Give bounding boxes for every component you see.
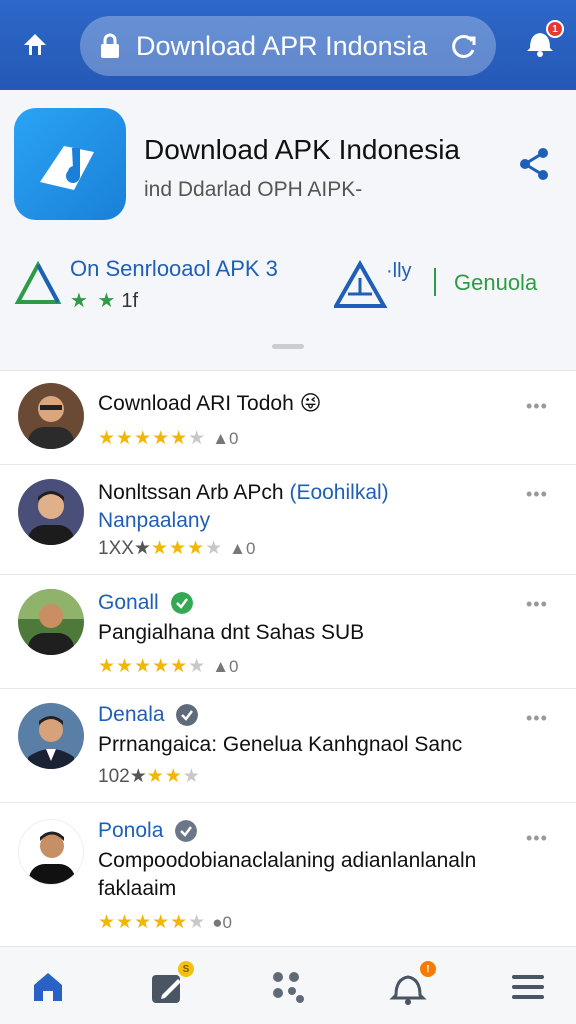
verified-check-icon [176,704,199,727]
address-bar[interactable]: Download APR Indonsia [80,16,496,76]
empty-star: ★ [182,766,201,787]
review-rating: ★★★★★★ ▲0 [98,427,239,450]
lock-icon [101,33,119,58]
app-title: Download APK Indonesia [144,134,460,165]
like-count-value: 0 [245,539,256,558]
review-text: Pangialhana dnt Sahas SUB [98,621,365,644]
more-options-icon[interactable]: ••• [526,397,560,415]
review-list: Cownload ARI Todoh 😜 ★★★★★★ ▲0 ••• Nonlts… [0,370,576,946]
reviewer-name: Denala [98,703,199,727]
rating-prefix: 102★ [98,766,147,787]
alerts-badge: ! [420,961,436,977]
verified-check-icon [170,592,193,615]
back-arrow-icon [24,34,46,55]
app-rating-stars: ★ ★ [70,290,118,312]
verified-check-icon [175,820,198,843]
review-rating: 102★★★★ [98,765,201,788]
avatar [18,383,84,449]
review-subtitle: Nanpaalany [98,509,211,532]
app-rating-count: 1f [121,290,139,312]
avatar [18,479,84,545]
wink-emoji-icon: 😜 [299,392,322,415]
app-rating: ★ ★ 1f [70,288,138,313]
more-options-icon[interactable]: ••• [526,829,560,847]
more-options-icon[interactable]: ••• [526,595,560,613]
nav-alerts[interactable]: ! [388,961,436,1007]
app-header: Download APK Indonesia ind Ddarlad OPH A… [0,90,576,370]
like-count: ▲0 [212,657,239,676]
more-options-icon[interactable]: ••• [526,709,560,727]
notification-button[interactable]: 1 [522,20,564,64]
warning-label: ·lly [386,260,412,282]
edit-badge: S [178,961,194,977]
reload-icon[interactable] [450,32,478,60]
filled-stars: ★★★★★ [98,656,189,677]
download-source-label: On Senrlooaol APK 3 [70,256,278,281]
filled-stars: ★★★ [150,538,206,559]
meta-divider [434,268,436,296]
nav-edit[interactable]: S [148,961,194,1007]
nav-menu[interactable] [508,967,548,1007]
more-options-icon[interactable]: ••• [526,485,560,503]
reviewer-name-text: Ponola [98,819,164,842]
review-text: Compoodobianaclalaning adianlanlanaln [98,849,477,872]
review-item[interactable]: Nonltssan Arb APch (Eoohilkal) Nanpaalan… [0,465,576,575]
like-count-value: 0 [229,657,239,676]
apps-icon [273,972,304,1003]
avatar [18,589,84,655]
back-button[interactable] [14,24,56,66]
reviewer-name: Gonall [98,591,193,615]
avatar [18,703,84,769]
review-item[interactable]: Ponola Compoodobianaclalaning adianlanla… [0,803,576,947]
genuine-link[interactable]: Genuola [454,270,537,296]
review-item[interactable]: Gonall Pangialhana dnt Sahas SUB ★★★★★★ ▲… [0,575,576,689]
triangle-logo-icon [14,260,62,304]
review-rating: ★★★★★★ ▲0 [98,655,239,678]
review-item[interactable]: Denala Prrnangaica: Genelua Kanhgnaol Sa… [0,689,576,803]
like-count-value: 0 [222,913,232,932]
music-note-app-icon [40,146,94,190]
reviewer-name: Nonltssan Arb APch (Eoohilkal) [98,481,389,505]
drag-handle[interactable] [272,344,304,349]
share-icon [520,148,548,180]
notification-badge: 1 [546,20,564,38]
empty-star: ★ [205,538,224,559]
empty-star: ★ [188,912,207,933]
warning-triangle-icon [334,260,388,308]
empty-star: ★ [188,428,207,449]
reviewer-name-text: Denala [98,703,165,726]
nav-home[interactable] [28,967,68,1007]
reviewer-tag: (Eoohilkal) [289,481,389,504]
avatar [18,819,84,885]
reviewer-name-text: Gonall [98,591,159,614]
like-count: ●0 [212,913,232,932]
empty-star: ★ [188,656,207,677]
menu-icon [512,975,544,999]
like-count: ▲0 [229,539,256,558]
app-logo [14,108,126,220]
review-rating: 1XX★★★★★ ▲0 [98,537,255,560]
browser-toolbar: Download APR Indonsia 1 [0,0,576,90]
review-text-continued: faklaaim [98,877,177,900]
reviewer-name-text: Cownload ARI Todoh [98,392,294,415]
review-item[interactable]: Cownload ARI Todoh 😜 ★★★★★★ ▲0 ••• [0,371,576,465]
like-count: ▲0 [212,429,239,448]
nav-apps[interactable] [268,967,308,1007]
home-icon [34,973,62,1001]
filled-stars: ★★★★★ [98,912,189,933]
app-subtitle: ind Ddarlad OPH AIPK- [144,178,363,201]
rating-prefix: 1XX★ [98,538,151,559]
app-meta-row: On Senrlooaol APK 3 ★ ★ 1f ·lly Genuola [0,250,576,320]
reviewer-name: Ponola [98,819,198,843]
reviewer-name-text: Nonltssan Arb APch [98,481,284,504]
share-button[interactable] [516,146,552,182]
bottom-navigation: S ! [0,946,576,1024]
review-rating: ★★★★★★ ●0 [98,911,232,934]
review-text: Prrnangaica: Genelua Kanhgnaol Sanc [98,733,463,756]
filled-stars: ★★★★★ [98,428,189,449]
like-count-value: 0 [229,429,239,448]
url-text: Download APR Indonsia [136,30,428,61]
filled-stars: ★★ [146,766,183,787]
reviewer-name: Cownload ARI Todoh 😜 [98,391,322,416]
